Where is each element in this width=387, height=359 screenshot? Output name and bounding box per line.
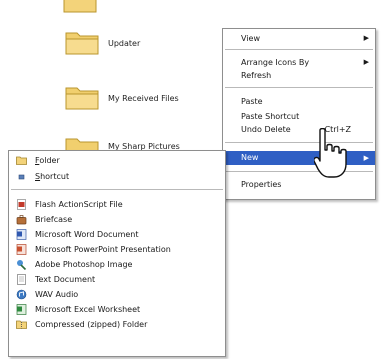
folder-label: Updater bbox=[108, 39, 141, 48]
menu-item-label: Paste Shortcut bbox=[241, 112, 300, 121]
menu-item-label: Text Document bbox=[35, 275, 96, 284]
menu-item-label: Arrange Icons By bbox=[241, 58, 310, 67]
submenu-item-compressed-zipped-folder[interactable]: Compressed (zipped) Folder bbox=[9, 318, 225, 331]
menu-separator bbox=[225, 87, 373, 88]
submenu-item-folder[interactable]: Folder bbox=[9, 154, 225, 167]
menu-item-label: Folder bbox=[35, 154, 60, 167]
excel-icon bbox=[16, 304, 27, 315]
menu-item-properties[interactable]: Properties bbox=[223, 178, 375, 191]
submenu-item-powerpoint-presentation[interactable]: Microsoft PowerPoint Presentation bbox=[9, 243, 225, 256]
text-document-icon bbox=[17, 274, 26, 285]
menu-item-label: Compressed (zipped) Folder bbox=[35, 320, 148, 329]
wav-audio-icon bbox=[16, 289, 27, 300]
desktop-folder-my-sharp-pictures[interactable]: My Sharp Pictures bbox=[62, 134, 212, 161]
shortcut-icon bbox=[18, 174, 25, 180]
menu-item-paste[interactable]: Paste bbox=[223, 95, 375, 108]
menu-item-label: View bbox=[241, 34, 260, 43]
submenu-item-flash-actionscript-file[interactable]: Flash ActionScript File bbox=[9, 198, 225, 211]
menu-item-label: Paste bbox=[241, 97, 263, 106]
submenu-item-shortcut[interactable]: Shortcut bbox=[9, 170, 225, 183]
submenu-item-text-document[interactable]: Text Document bbox=[9, 273, 225, 286]
menu-item-arrange-icons-by[interactable]: Arrange Icons By ▶ bbox=[223, 56, 375, 69]
menu-item-undo-delete[interactable]: Undo Delete Ctrl+Z bbox=[223, 123, 375, 136]
submenu-item-excel-worksheet[interactable]: Microsoft Excel Worksheet bbox=[9, 303, 225, 316]
new-submenu: Folder Shortcut Flash ActionScript File … bbox=[8, 150, 226, 357]
menu-item-refresh[interactable]: Refresh bbox=[223, 69, 375, 82]
menu-item-new[interactable]: New ▶ bbox=[223, 151, 375, 165]
menu-item-label: Microsoft Excel Worksheet bbox=[35, 305, 141, 314]
menu-item-paste-shortcut[interactable]: Paste Shortcut bbox=[223, 110, 375, 123]
menu-item-label: WAV Audio bbox=[35, 290, 79, 299]
menu-item-view[interactable]: View ▶ bbox=[223, 32, 375, 45]
submenu-arrow-icon: ▶ bbox=[363, 34, 369, 42]
folder-label: My Received Files bbox=[108, 94, 179, 103]
submenu-arrow-icon: ▶ bbox=[363, 154, 369, 162]
briefcase-icon bbox=[16, 215, 27, 225]
flash-file-icon bbox=[17, 199, 26, 210]
folder-icon bbox=[16, 156, 27, 165]
desktop-context-menu: View ▶ Arrange Icons By ▶ Refresh Paste … bbox=[222, 28, 376, 200]
menu-separator bbox=[225, 49, 373, 50]
submenu-item-wav-audio[interactable]: WAV Audio bbox=[9, 288, 225, 301]
word-icon bbox=[16, 229, 27, 240]
menu-item-label: Undo Delete bbox=[241, 125, 291, 134]
label-rest: older bbox=[39, 156, 60, 165]
folder-icon bbox=[65, 32, 99, 55]
photoshop-icon bbox=[17, 260, 27, 270]
submenu-item-word-document[interactable]: Microsoft Word Document bbox=[9, 228, 225, 241]
menu-item-label: Microsoft PowerPoint Presentation bbox=[35, 245, 171, 254]
menu-item-label: Microsoft Word Document bbox=[35, 230, 139, 239]
powerpoint-icon bbox=[16, 244, 27, 255]
menu-separator bbox=[11, 189, 223, 190]
folder-icon bbox=[63, 0, 97, 13]
submenu-item-briefcase[interactable]: Briefcase bbox=[9, 213, 225, 226]
submenu-arrow-icon: ▶ bbox=[363, 58, 369, 66]
menu-item-label: Briefcase bbox=[35, 215, 73, 224]
menu-item-label: Refresh bbox=[241, 71, 272, 80]
desktop-folder-my-received-files[interactable]: My Received Files bbox=[62, 83, 202, 119]
label-rest: hortcut bbox=[40, 172, 70, 181]
desktop-folder-updater[interactable]: Updater bbox=[62, 28, 182, 64]
menu-item-label: Shortcut bbox=[35, 170, 69, 183]
folder-icon bbox=[65, 87, 99, 110]
menu-item-label: Adobe Photoshop Image bbox=[35, 260, 133, 269]
menu-item-label: Flash ActionScript File bbox=[35, 200, 123, 209]
zip-folder-icon bbox=[16, 320, 27, 329]
menu-item-label: Properties bbox=[241, 180, 282, 189]
mouse-cursor-icon bbox=[314, 128, 347, 178]
submenu-item-photoshop-image[interactable]: Adobe Photoshop Image bbox=[9, 258, 225, 271]
menu-item-label: New bbox=[241, 153, 259, 162]
desktop-folder-top[interactable] bbox=[62, 0, 102, 14]
